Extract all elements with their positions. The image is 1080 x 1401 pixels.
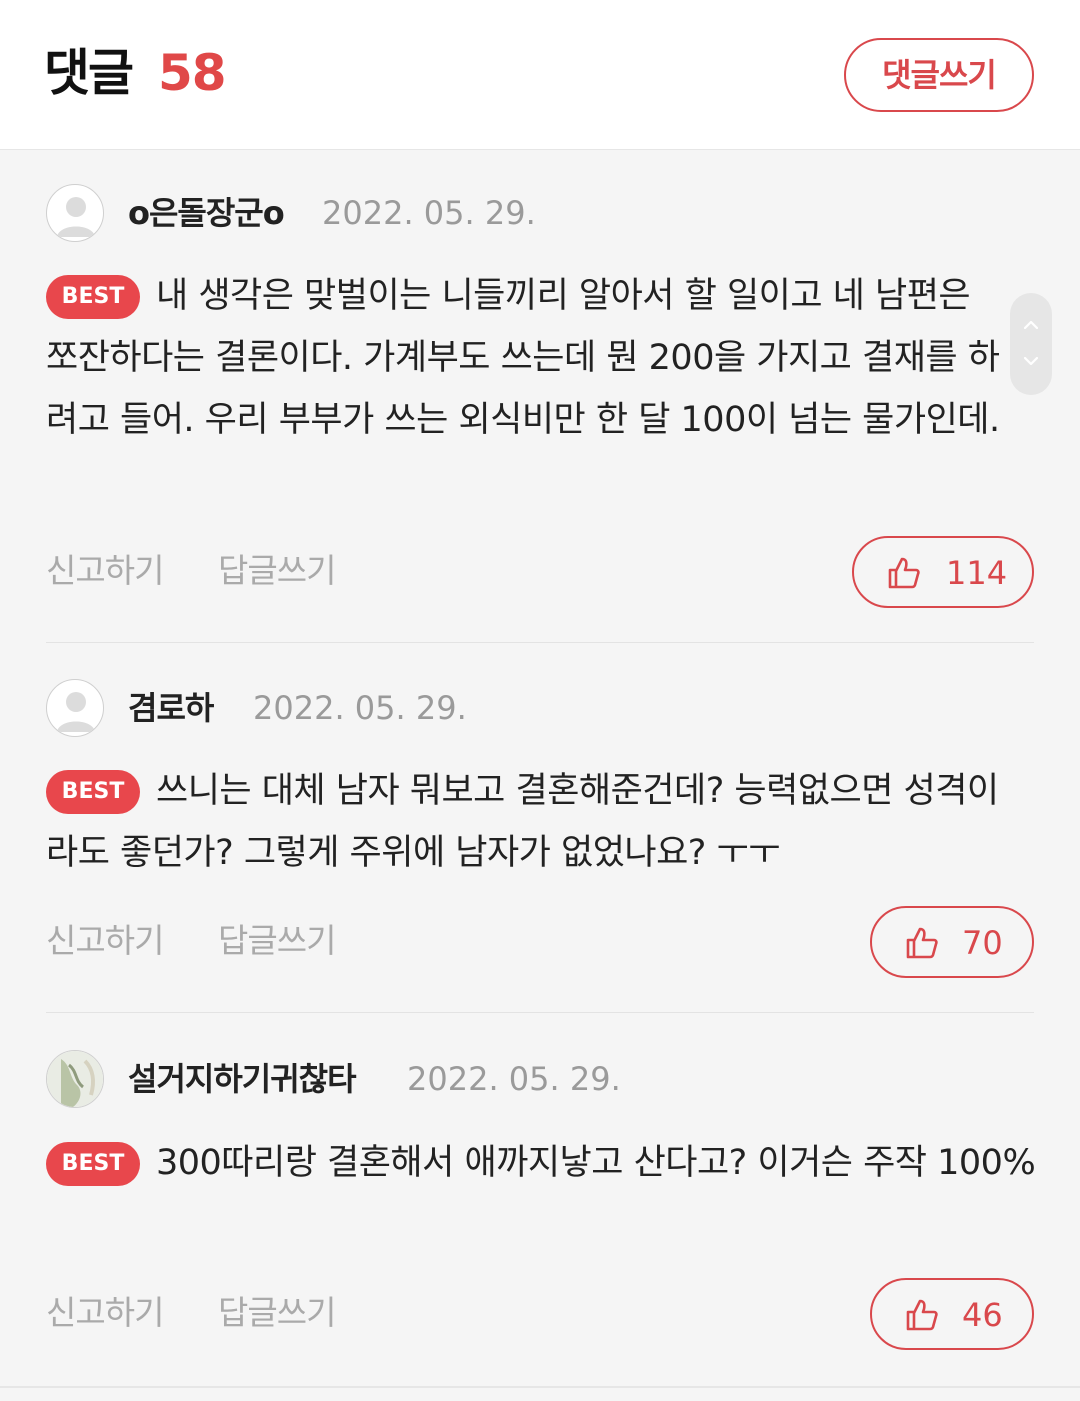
default-avatar-icon[interactable] [46,679,104,737]
comment-date: 2022. 05. 29. [253,689,467,727]
comment-date: 2022. 05. 29. [322,194,536,232]
best-badge: BEST [46,1142,140,1186]
comment-body: BEST 쓰니는 대체 남자 뭐보고 결혼해준건데? 능력없으면 성격이라도 좋던… [46,760,1006,884]
reply-button[interactable]: 답글쓰기 [218,916,336,966]
thumbs-up-icon [906,927,938,959]
write-comment-button[interactable]: 댓글쓰기 [844,38,1034,112]
comment-body: BEST 내 생각은 맞벌이는 니들끼리 알아서 할 일이고 네 남편은 쪼잔하다… [46,265,1006,451]
comment-body: BEST 300따리랑 결혼해서 애까지낳고 산다고? 이거슨 주작 100% [46,1132,1036,1194]
reply-button[interactable]: 답글쓰기 [218,546,336,596]
comment-divider [46,642,1034,643]
like-button[interactable]: 70 [870,906,1034,978]
comment-divider [46,1012,1034,1013]
best-badge: BEST [46,770,140,814]
comment-text: 300따리랑 결혼해서 애까지낳고 산다고? 이거슨 주작 100% [156,1143,1036,1183]
scroll-handle[interactable] [1010,293,1052,395]
like-button[interactable]: 46 [870,1278,1034,1350]
report-button[interactable]: 신고하기 [46,546,164,596]
comments-header: 댓글 58 댓글쓰기 [0,0,1080,150]
comment-date: 2022. 05. 29. [407,1060,621,1098]
comment-nickname[interactable]: 설거지하기귀찮타 [128,1050,357,1108]
like-count: 46 [962,1296,1003,1334]
comment-nickname[interactable]: 겸로하 [128,679,214,737]
like-count: 70 [962,924,1003,962]
chevron-up-icon[interactable] [1021,315,1041,335]
chevron-down-icon[interactable] [1021,351,1041,371]
thumbs-up-icon [888,557,920,589]
like-count: 114 [946,554,1008,592]
comment-nickname[interactable]: o은돌장군o [128,184,285,242]
thumbs-up-icon [906,1299,938,1331]
comments-title: 댓글 [44,44,134,102]
comment-text: 쓰니는 대체 남자 뭐보고 결혼해준건데? 능력없으면 성격이라도 좋던가? 그… [46,771,999,873]
photo-avatar[interactable] [46,1050,104,1108]
best-badge: BEST [46,275,140,319]
report-button[interactable]: 신고하기 [46,916,164,966]
report-button[interactable]: 신고하기 [46,1288,164,1338]
comments-count: 58 [158,44,227,102]
comment-text: 내 생각은 맞벌이는 니들끼리 알아서 할 일이고 네 남편은 쪼잔하다는 결론… [46,276,1000,440]
default-avatar-icon[interactable] [46,184,104,242]
list-bottom-divider [0,1386,1080,1388]
reply-button[interactable]: 답글쓰기 [218,1288,336,1338]
like-button[interactable]: 114 [852,536,1034,608]
